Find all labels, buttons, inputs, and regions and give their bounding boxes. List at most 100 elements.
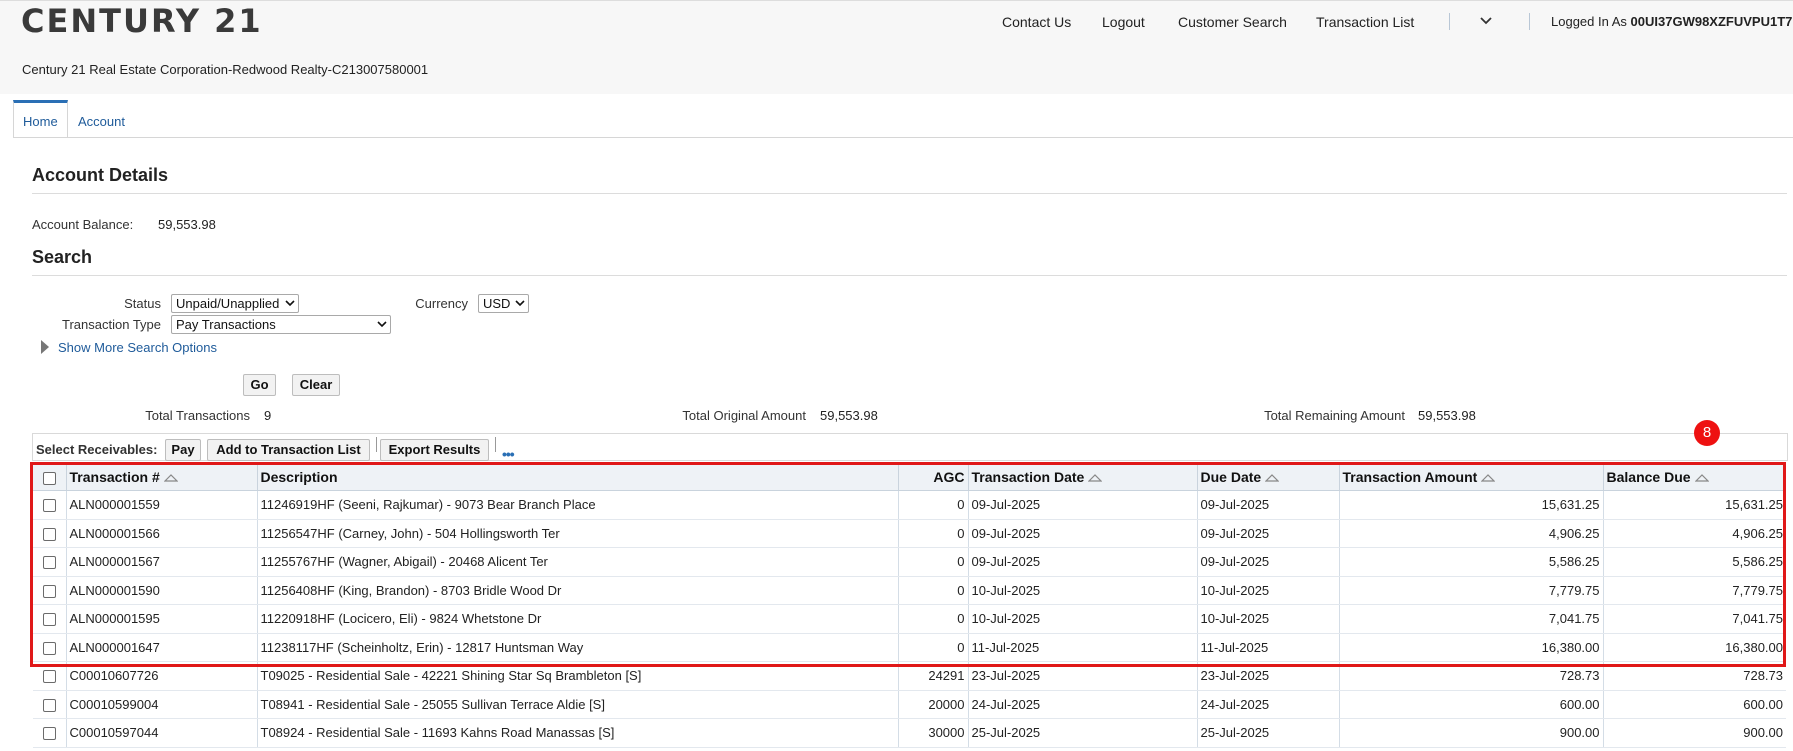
cell-transaction-number: ALN000001559	[65, 490, 257, 520]
col-due-date[interactable]: Due Date	[1196, 464, 1339, 491]
cell-balance-due: 15,631.25	[1602, 490, 1786, 520]
cell-agc: 30000	[897, 718, 968, 748]
row-select-cell	[33, 690, 66, 719]
cell-transaction-number: C00010607726	[65, 661, 257, 691]
customer-search-link[interactable]: Customer Search	[1178, 14, 1287, 30]
select-all-cell	[33, 464, 66, 491]
col-transaction-number[interactable]: Transaction #	[65, 464, 257, 491]
row-select-cell	[33, 490, 66, 520]
logged-in-user: 00UI37GW98XZFUVPU1T7	[1630, 14, 1793, 29]
total-transactions-value: 9	[264, 408, 272, 423]
section-divider	[32, 275, 1787, 276]
pay-button[interactable]: Pay	[165, 439, 201, 461]
row-checkbox[interactable]	[42, 670, 56, 684]
sort-ascending-icon[interactable]	[1481, 474, 1496, 482]
chevron-down-icon[interactable]	[1478, 12, 1494, 28]
cell-transaction-date: 09-Jul-2025	[967, 490, 1197, 520]
clear-button[interactable]: Clear	[292, 374, 340, 396]
cell-due-date: 09-Jul-2025	[1196, 547, 1339, 577]
cell-agc: 24291	[897, 661, 968, 691]
more-actions-icon[interactable]: •••	[502, 446, 515, 462]
go-button[interactable]: Go	[243, 374, 276, 396]
total-transactions-label: Total Transactions	[145, 408, 250, 423]
cell-transaction-date: 23-Jul-2025	[967, 661, 1197, 691]
col-balance-due[interactable]: Balance Due	[1602, 464, 1786, 491]
cell-transaction-amount: 900.00	[1338, 718, 1603, 748]
table-header-row: Transaction # Description AGC Transactio…	[33, 464, 1786, 491]
col-transaction-amount[interactable]: Transaction Amount	[1338, 464, 1603, 491]
sort-ascending-icon[interactable]	[1265, 474, 1280, 482]
cell-due-date: 10-Jul-2025	[1196, 604, 1339, 634]
total-original-amount-value: 59,553.98	[820, 408, 878, 423]
row-checkbox[interactable]	[42, 613, 56, 627]
cell-balance-due: 7,779.75	[1602, 576, 1786, 605]
organization-name: Century 21 Real Estate Corporation-Redwo…	[22, 62, 429, 77]
row-select-cell	[33, 718, 66, 748]
chevron-down-icon	[285, 300, 295, 307]
table-row: C00010607726 T09025 - Residential Sale - …	[33, 661, 1786, 691]
row-checkbox[interactable]	[42, 499, 56, 513]
logout-link[interactable]: Logout	[1102, 14, 1145, 30]
contact-us-link[interactable]: Contact Us	[1002, 14, 1071, 30]
cell-balance-due: 7,041.75	[1602, 604, 1786, 634]
cell-description: 11220918HF (Locicero, Eli) - 9824 Whetst…	[256, 604, 898, 634]
sort-ascending-icon[interactable]	[163, 474, 178, 482]
row-checkbox[interactable]	[42, 727, 56, 741]
cell-transaction-number: C00010599004	[65, 690, 257, 719]
disclosure-triangle-icon[interactable]	[41, 340, 49, 354]
cell-transaction-date: 10-Jul-2025	[967, 576, 1197, 605]
table-row: ALN000001595 11220918HF (Locicero, Eli) -…	[33, 604, 1786, 634]
status-select[interactable]: Unpaid/Unapplied	[171, 294, 299, 313]
cell-agc: 0	[897, 576, 968, 605]
row-select-cell	[33, 604, 66, 634]
row-checkbox[interactable]	[42, 584, 56, 598]
table-row: C00010599004 T08941 - Residential Sale - …	[33, 690, 1786, 719]
table-row: C00010597044 T08924 - Residential Sale - …	[33, 718, 1786, 748]
logged-in-info: Logged In As 00UI37GW98XZFUVPU1T7	[1551, 14, 1792, 29]
transaction-list-link[interactable]: Transaction List	[1316, 14, 1414, 30]
tab-home[interactable]: Home	[13, 100, 68, 138]
row-checkbox[interactable]	[42, 641, 56, 655]
tab-account[interactable]: Account	[69, 100, 134, 136]
col-transaction-date[interactable]: Transaction Date	[967, 464, 1197, 491]
row-checkbox[interactable]	[42, 698, 56, 712]
chevron-down-icon	[377, 321, 387, 328]
nav-separator	[1449, 13, 1450, 30]
transaction-type-select[interactable]: Pay Transactions	[171, 315, 391, 334]
table-row: ALN000001647 11238117HF (Scheinholtz, Eri…	[33, 633, 1786, 662]
row-checkbox[interactable]	[42, 527, 56, 541]
cell-description: 11238117HF (Scheinholtz, Erin) - 12817 H…	[256, 633, 898, 662]
cell-due-date: 25-Jul-2025	[1196, 718, 1339, 748]
cell-due-date: 11-Jul-2025	[1196, 633, 1339, 662]
cell-transaction-date: 09-Jul-2025	[967, 519, 1197, 548]
cell-transaction-amount: 16,380.00	[1338, 633, 1603, 662]
century21-logo: CENTURY 21	[21, 2, 263, 40]
sort-ascending-icon[interactable]	[1694, 474, 1709, 482]
show-more-search-options-link[interactable]: Show More Search Options	[58, 340, 217, 355]
cell-transaction-amount: 4,906.25	[1338, 519, 1603, 548]
cell-due-date: 10-Jul-2025	[1196, 576, 1339, 605]
currency-select-value: USD	[483, 296, 511, 311]
header-band	[0, 0, 1793, 94]
cell-agc: 0	[897, 547, 968, 577]
table-body: ALN000001559 11246919HF (Seeni, Rajkumar)…	[33, 490, 1786, 748]
row-checkbox[interactable]	[42, 556, 56, 570]
cell-description: T09025 - Residential Sale - 42221 Shinin…	[256, 661, 898, 691]
total-original-amount-label: Total Original Amount	[682, 408, 806, 423]
cell-balance-due: 16,380.00	[1602, 633, 1786, 662]
cell-transaction-number: ALN000001590	[65, 576, 257, 605]
cell-description: 11256547HF (Carney, John) - 504 Hollings…	[256, 519, 898, 548]
cell-transaction-number: ALN000001595	[65, 604, 257, 634]
currency-select[interactable]: USD	[478, 294, 529, 313]
account-balance-label: Account Balance:	[32, 217, 134, 232]
sort-ascending-icon[interactable]	[1088, 474, 1103, 482]
row-select-cell	[33, 519, 66, 548]
account-balance-value: 59,553.98	[158, 217, 216, 232]
add-to-transaction-list-button[interactable]: Add to Transaction List	[207, 439, 370, 461]
select-all-checkbox[interactable]	[42, 471, 56, 485]
toolbar-separator	[376, 437, 377, 452]
export-results-button[interactable]: Export Results	[380, 439, 489, 461]
cell-transaction-amount: 5,586.25	[1338, 547, 1603, 577]
account-details-heading: Account Details	[32, 165, 169, 185]
cell-balance-due: 728.73	[1602, 661, 1786, 691]
